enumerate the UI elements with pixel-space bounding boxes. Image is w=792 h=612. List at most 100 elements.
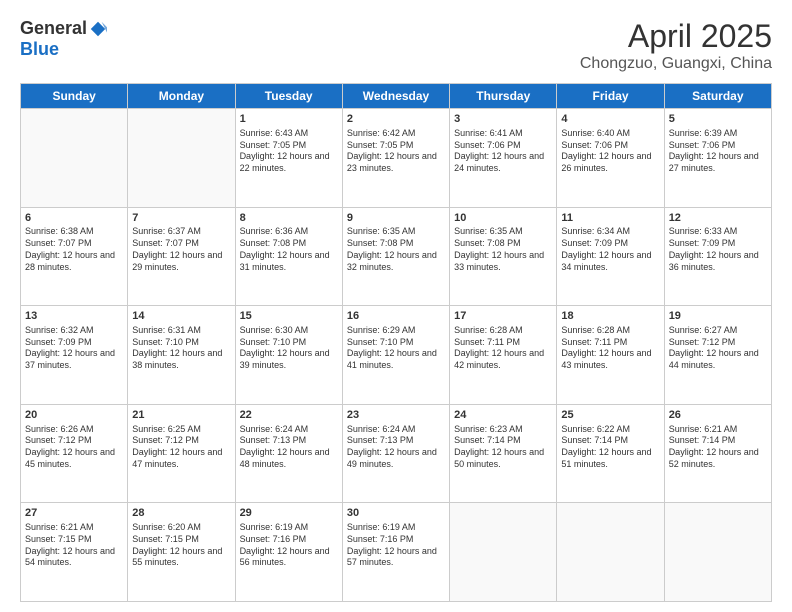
day-info: Sunrise: 6:33 AM Sunset: 7:09 PM Dayligh… xyxy=(669,226,767,273)
col-monday: Monday xyxy=(128,84,235,109)
day-info: Sunrise: 6:27 AM Sunset: 7:12 PM Dayligh… xyxy=(669,325,767,372)
calendar-cell: 12Sunrise: 6:33 AM Sunset: 7:09 PM Dayli… xyxy=(664,207,771,306)
calendar-cell xyxy=(557,503,664,602)
calendar-cell: 13Sunrise: 6:32 AM Sunset: 7:09 PM Dayli… xyxy=(21,306,128,405)
day-number: 23 xyxy=(347,408,445,423)
calendar-cell: 5Sunrise: 6:39 AM Sunset: 7:06 PM Daylig… xyxy=(664,109,771,208)
day-number: 11 xyxy=(561,211,659,226)
title-section: April 2025 Chongzuo, Guangxi, China xyxy=(580,18,772,73)
col-friday: Friday xyxy=(557,84,664,109)
calendar-cell: 2Sunrise: 6:42 AM Sunset: 7:05 PM Daylig… xyxy=(342,109,449,208)
calendar-row-4: 27Sunrise: 6:21 AM Sunset: 7:15 PM Dayli… xyxy=(21,503,772,602)
day-info: Sunrise: 6:22 AM Sunset: 7:14 PM Dayligh… xyxy=(561,424,659,471)
day-number: 4 xyxy=(561,112,659,127)
day-number: 30 xyxy=(347,506,445,521)
day-info: Sunrise: 6:41 AM Sunset: 7:06 PM Dayligh… xyxy=(454,128,552,175)
calendar-cell: 26Sunrise: 6:21 AM Sunset: 7:14 PM Dayli… xyxy=(664,404,771,503)
calendar-cell: 10Sunrise: 6:35 AM Sunset: 7:08 PM Dayli… xyxy=(450,207,557,306)
location-title: Chongzuo, Guangxi, China xyxy=(580,55,772,73)
day-number: 20 xyxy=(25,408,123,423)
calendar-cell: 15Sunrise: 6:30 AM Sunset: 7:10 PM Dayli… xyxy=(235,306,342,405)
calendar-cell xyxy=(21,109,128,208)
calendar-cell xyxy=(450,503,557,602)
day-number: 22 xyxy=(240,408,338,423)
day-info: Sunrise: 6:34 AM Sunset: 7:09 PM Dayligh… xyxy=(561,226,659,273)
day-info: Sunrise: 6:36 AM Sunset: 7:08 PM Dayligh… xyxy=(240,226,338,273)
col-tuesday: Tuesday xyxy=(235,84,342,109)
calendar-cell: 8Sunrise: 6:36 AM Sunset: 7:08 PM Daylig… xyxy=(235,207,342,306)
day-info: Sunrise: 6:43 AM Sunset: 7:05 PM Dayligh… xyxy=(240,128,338,175)
calendar-cell: 25Sunrise: 6:22 AM Sunset: 7:14 PM Dayli… xyxy=(557,404,664,503)
calendar-cell: 11Sunrise: 6:34 AM Sunset: 7:09 PM Dayli… xyxy=(557,207,664,306)
calendar-cell: 9Sunrise: 6:35 AM Sunset: 7:08 PM Daylig… xyxy=(342,207,449,306)
day-info: Sunrise: 6:21 AM Sunset: 7:15 PM Dayligh… xyxy=(25,522,123,569)
calendar-cell: 17Sunrise: 6:28 AM Sunset: 7:11 PM Dayli… xyxy=(450,306,557,405)
calendar-cell: 20Sunrise: 6:26 AM Sunset: 7:12 PM Dayli… xyxy=(21,404,128,503)
day-info: Sunrise: 6:19 AM Sunset: 7:16 PM Dayligh… xyxy=(347,522,445,569)
calendar-cell: 7Sunrise: 6:37 AM Sunset: 7:07 PM Daylig… xyxy=(128,207,235,306)
calendar-cell: 18Sunrise: 6:28 AM Sunset: 7:11 PM Dayli… xyxy=(557,306,664,405)
day-number: 24 xyxy=(454,408,552,423)
calendar-table: Sunday Monday Tuesday Wednesday Thursday… xyxy=(20,83,772,602)
calendar-cell: 4Sunrise: 6:40 AM Sunset: 7:06 PM Daylig… xyxy=(557,109,664,208)
col-saturday: Saturday xyxy=(664,84,771,109)
month-title: April 2025 xyxy=(580,18,772,55)
calendar-row-3: 20Sunrise: 6:26 AM Sunset: 7:12 PM Dayli… xyxy=(21,404,772,503)
calendar-cell: 1Sunrise: 6:43 AM Sunset: 7:05 PM Daylig… xyxy=(235,109,342,208)
day-info: Sunrise: 6:29 AM Sunset: 7:10 PM Dayligh… xyxy=(347,325,445,372)
day-number: 8 xyxy=(240,211,338,226)
logo-general-text: General xyxy=(20,18,87,39)
calendar-cell: 21Sunrise: 6:25 AM Sunset: 7:12 PM Dayli… xyxy=(128,404,235,503)
day-number: 7 xyxy=(132,211,230,226)
day-number: 12 xyxy=(669,211,767,226)
day-info: Sunrise: 6:38 AM Sunset: 7:07 PM Dayligh… xyxy=(25,226,123,273)
logo: General Blue xyxy=(20,18,107,60)
calendar-cell: 23Sunrise: 6:24 AM Sunset: 7:13 PM Dayli… xyxy=(342,404,449,503)
calendar-cell: 27Sunrise: 6:21 AM Sunset: 7:15 PM Dayli… xyxy=(21,503,128,602)
calendar-cell: 16Sunrise: 6:29 AM Sunset: 7:10 PM Dayli… xyxy=(342,306,449,405)
day-info: Sunrise: 6:40 AM Sunset: 7:06 PM Dayligh… xyxy=(561,128,659,175)
day-number: 3 xyxy=(454,112,552,127)
day-info: Sunrise: 6:28 AM Sunset: 7:11 PM Dayligh… xyxy=(454,325,552,372)
day-number: 21 xyxy=(132,408,230,423)
day-number: 17 xyxy=(454,309,552,324)
day-number: 18 xyxy=(561,309,659,324)
day-info: Sunrise: 6:30 AM Sunset: 7:10 PM Dayligh… xyxy=(240,325,338,372)
col-thursday: Thursday xyxy=(450,84,557,109)
calendar-cell: 19Sunrise: 6:27 AM Sunset: 7:12 PM Dayli… xyxy=(664,306,771,405)
calendar-cell: 24Sunrise: 6:23 AM Sunset: 7:14 PM Dayli… xyxy=(450,404,557,503)
day-number: 28 xyxy=(132,506,230,521)
day-number: 29 xyxy=(240,506,338,521)
logo-blue-text: Blue xyxy=(20,39,59,60)
day-number: 2 xyxy=(347,112,445,127)
day-info: Sunrise: 6:24 AM Sunset: 7:13 PM Dayligh… xyxy=(240,424,338,471)
day-number: 14 xyxy=(132,309,230,324)
calendar-cell: 30Sunrise: 6:19 AM Sunset: 7:16 PM Dayli… xyxy=(342,503,449,602)
col-sunday: Sunday xyxy=(21,84,128,109)
calendar-cell: 6Sunrise: 6:38 AM Sunset: 7:07 PM Daylig… xyxy=(21,207,128,306)
day-info: Sunrise: 6:24 AM Sunset: 7:13 PM Dayligh… xyxy=(347,424,445,471)
calendar-row-1: 6Sunrise: 6:38 AM Sunset: 7:07 PM Daylig… xyxy=(21,207,772,306)
day-info: Sunrise: 6:31 AM Sunset: 7:10 PM Dayligh… xyxy=(132,325,230,372)
calendar-cell: 22Sunrise: 6:24 AM Sunset: 7:13 PM Dayli… xyxy=(235,404,342,503)
calendar-cell: 3Sunrise: 6:41 AM Sunset: 7:06 PM Daylig… xyxy=(450,109,557,208)
day-number: 16 xyxy=(347,309,445,324)
day-number: 15 xyxy=(240,309,338,324)
day-info: Sunrise: 6:35 AM Sunset: 7:08 PM Dayligh… xyxy=(347,226,445,273)
day-info: Sunrise: 6:21 AM Sunset: 7:14 PM Dayligh… xyxy=(669,424,767,471)
day-number: 9 xyxy=(347,211,445,226)
day-number: 26 xyxy=(669,408,767,423)
calendar-cell xyxy=(128,109,235,208)
day-info: Sunrise: 6:20 AM Sunset: 7:15 PM Dayligh… xyxy=(132,522,230,569)
day-info: Sunrise: 6:32 AM Sunset: 7:09 PM Dayligh… xyxy=(25,325,123,372)
calendar-cell: 28Sunrise: 6:20 AM Sunset: 7:15 PM Dayli… xyxy=(128,503,235,602)
day-info: Sunrise: 6:26 AM Sunset: 7:12 PM Dayligh… xyxy=(25,424,123,471)
calendar-header-row: Sunday Monday Tuesday Wednesday Thursday… xyxy=(21,84,772,109)
day-info: Sunrise: 6:28 AM Sunset: 7:11 PM Dayligh… xyxy=(561,325,659,372)
day-info: Sunrise: 6:42 AM Sunset: 7:05 PM Dayligh… xyxy=(347,128,445,175)
day-number: 25 xyxy=(561,408,659,423)
day-number: 6 xyxy=(25,211,123,226)
calendar-row-0: 1Sunrise: 6:43 AM Sunset: 7:05 PM Daylig… xyxy=(21,109,772,208)
day-info: Sunrise: 6:23 AM Sunset: 7:14 PM Dayligh… xyxy=(454,424,552,471)
day-number: 1 xyxy=(240,112,338,127)
